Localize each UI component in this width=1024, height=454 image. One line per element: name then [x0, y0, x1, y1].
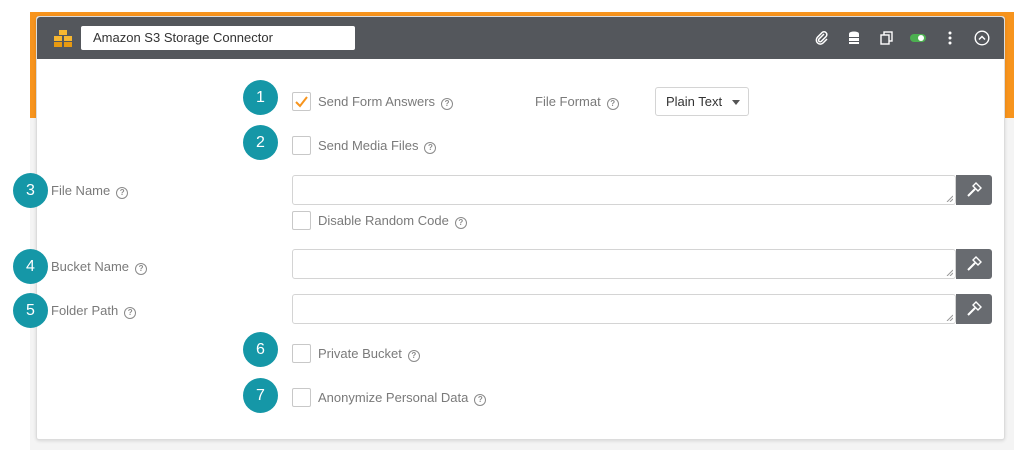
disable-random-code-checkbox[interactable]	[292, 211, 311, 230]
help-icon[interactable]: ?	[606, 98, 619, 110]
file-name-text: File Name	[51, 183, 111, 198]
caret-down-icon	[732, 100, 740, 105]
resize-grip-icon[interactable]	[946, 195, 953, 202]
send-form-answers-label: Send Form Answers?	[318, 94, 454, 110]
kebab-menu-icon[interactable]	[940, 28, 960, 48]
file-name-builder-button[interactable]	[956, 175, 992, 205]
step-badge-7: 7	[243, 378, 278, 413]
help-icon[interactable]: ?	[474, 394, 487, 406]
file-format-label: File Format?	[535, 94, 619, 110]
disable-random-code-text: Disable Random Code	[318, 213, 449, 228]
connector-panel: Amazon S3 Storage Connector 1 Send Form …	[13, 16, 1005, 440]
step-badge-5: 5	[13, 293, 48, 328]
anonymize-personal-data-label: Anonymize Personal Data?	[318, 390, 487, 406]
help-icon[interactable]: ?	[407, 350, 420, 362]
file-format-value: Plain Text	[666, 94, 723, 109]
private-bucket-checkbox[interactable]	[292, 344, 311, 363]
private-bucket-label: Private Bucket?	[318, 346, 420, 362]
toggle-switch-icon[interactable]	[908, 28, 928, 48]
resize-grip-icon[interactable]	[946, 314, 953, 321]
private-bucket-text: Private Bucket	[318, 346, 402, 361]
connector-header: Amazon S3 Storage Connector	[37, 17, 1004, 59]
send-media-files-label: Send Media Files?	[318, 138, 437, 154]
anonymize-personal-data-checkbox[interactable]	[292, 388, 311, 407]
screenshot-stage: Amazon S3 Storage Connector 1 Send Form …	[0, 0, 1024, 454]
help-icon[interactable]: ?	[116, 187, 129, 199]
bucket-name-text: Bucket Name	[51, 259, 130, 274]
database-icon[interactable]	[844, 28, 864, 48]
step-badge-6: 6	[243, 332, 278, 367]
bucket-name-label: Bucket Name?	[51, 259, 148, 275]
step-badge-3: 3	[13, 173, 48, 208]
resize-grip-icon[interactable]	[946, 269, 953, 276]
step-badge-4: 4	[13, 249, 48, 284]
bucket-name-input[interactable]	[292, 249, 956, 279]
chevron-up-circle-icon[interactable]	[972, 28, 992, 48]
folder-path-input[interactable]	[292, 294, 956, 324]
send-media-files-checkbox[interactable]	[292, 136, 311, 155]
step-badge-2: 2	[243, 125, 278, 160]
connector-title-input[interactable]: Amazon S3 Storage Connector	[81, 26, 355, 50]
send-form-answers-text: Send Form Answers	[318, 94, 436, 109]
paperclip-icon[interactable]	[812, 28, 832, 48]
help-icon[interactable]: ?	[441, 98, 454, 110]
file-format-select[interactable]: Plain Text	[655, 87, 749, 116]
help-icon[interactable]: ?	[135, 263, 148, 275]
anonymize-personal-data-text: Anonymize Personal Data	[318, 390, 469, 405]
hammer-icon	[967, 256, 982, 271]
file-name-input[interactable]	[292, 175, 956, 205]
bucket-name-builder-button[interactable]	[956, 249, 992, 279]
folder-path-text: Folder Path	[51, 303, 119, 318]
file-name-label: File Name?	[51, 183, 129, 199]
hammer-icon	[967, 301, 982, 316]
file-format-text: File Format	[535, 94, 601, 109]
send-media-files-text: Send Media Files	[318, 138, 419, 153]
folder-path-builder-button[interactable]	[956, 294, 992, 324]
folder-path-label: Folder Path?	[51, 303, 137, 319]
step-badge-1: 1	[243, 80, 278, 115]
send-form-answers-checkbox[interactable]	[292, 92, 311, 111]
checkmark-icon	[295, 96, 308, 108]
hammer-icon	[967, 182, 982, 197]
help-icon[interactable]: ?	[424, 142, 437, 154]
help-icon[interactable]: ?	[124, 307, 137, 319]
copy-icon[interactable]	[876, 28, 896, 48]
disable-random-code-label: Disable Random Code?	[318, 213, 467, 229]
aws-s3-cubes-icon	[54, 30, 72, 47]
help-icon[interactable]: ?	[454, 217, 467, 229]
header-actions	[812, 28, 992, 48]
